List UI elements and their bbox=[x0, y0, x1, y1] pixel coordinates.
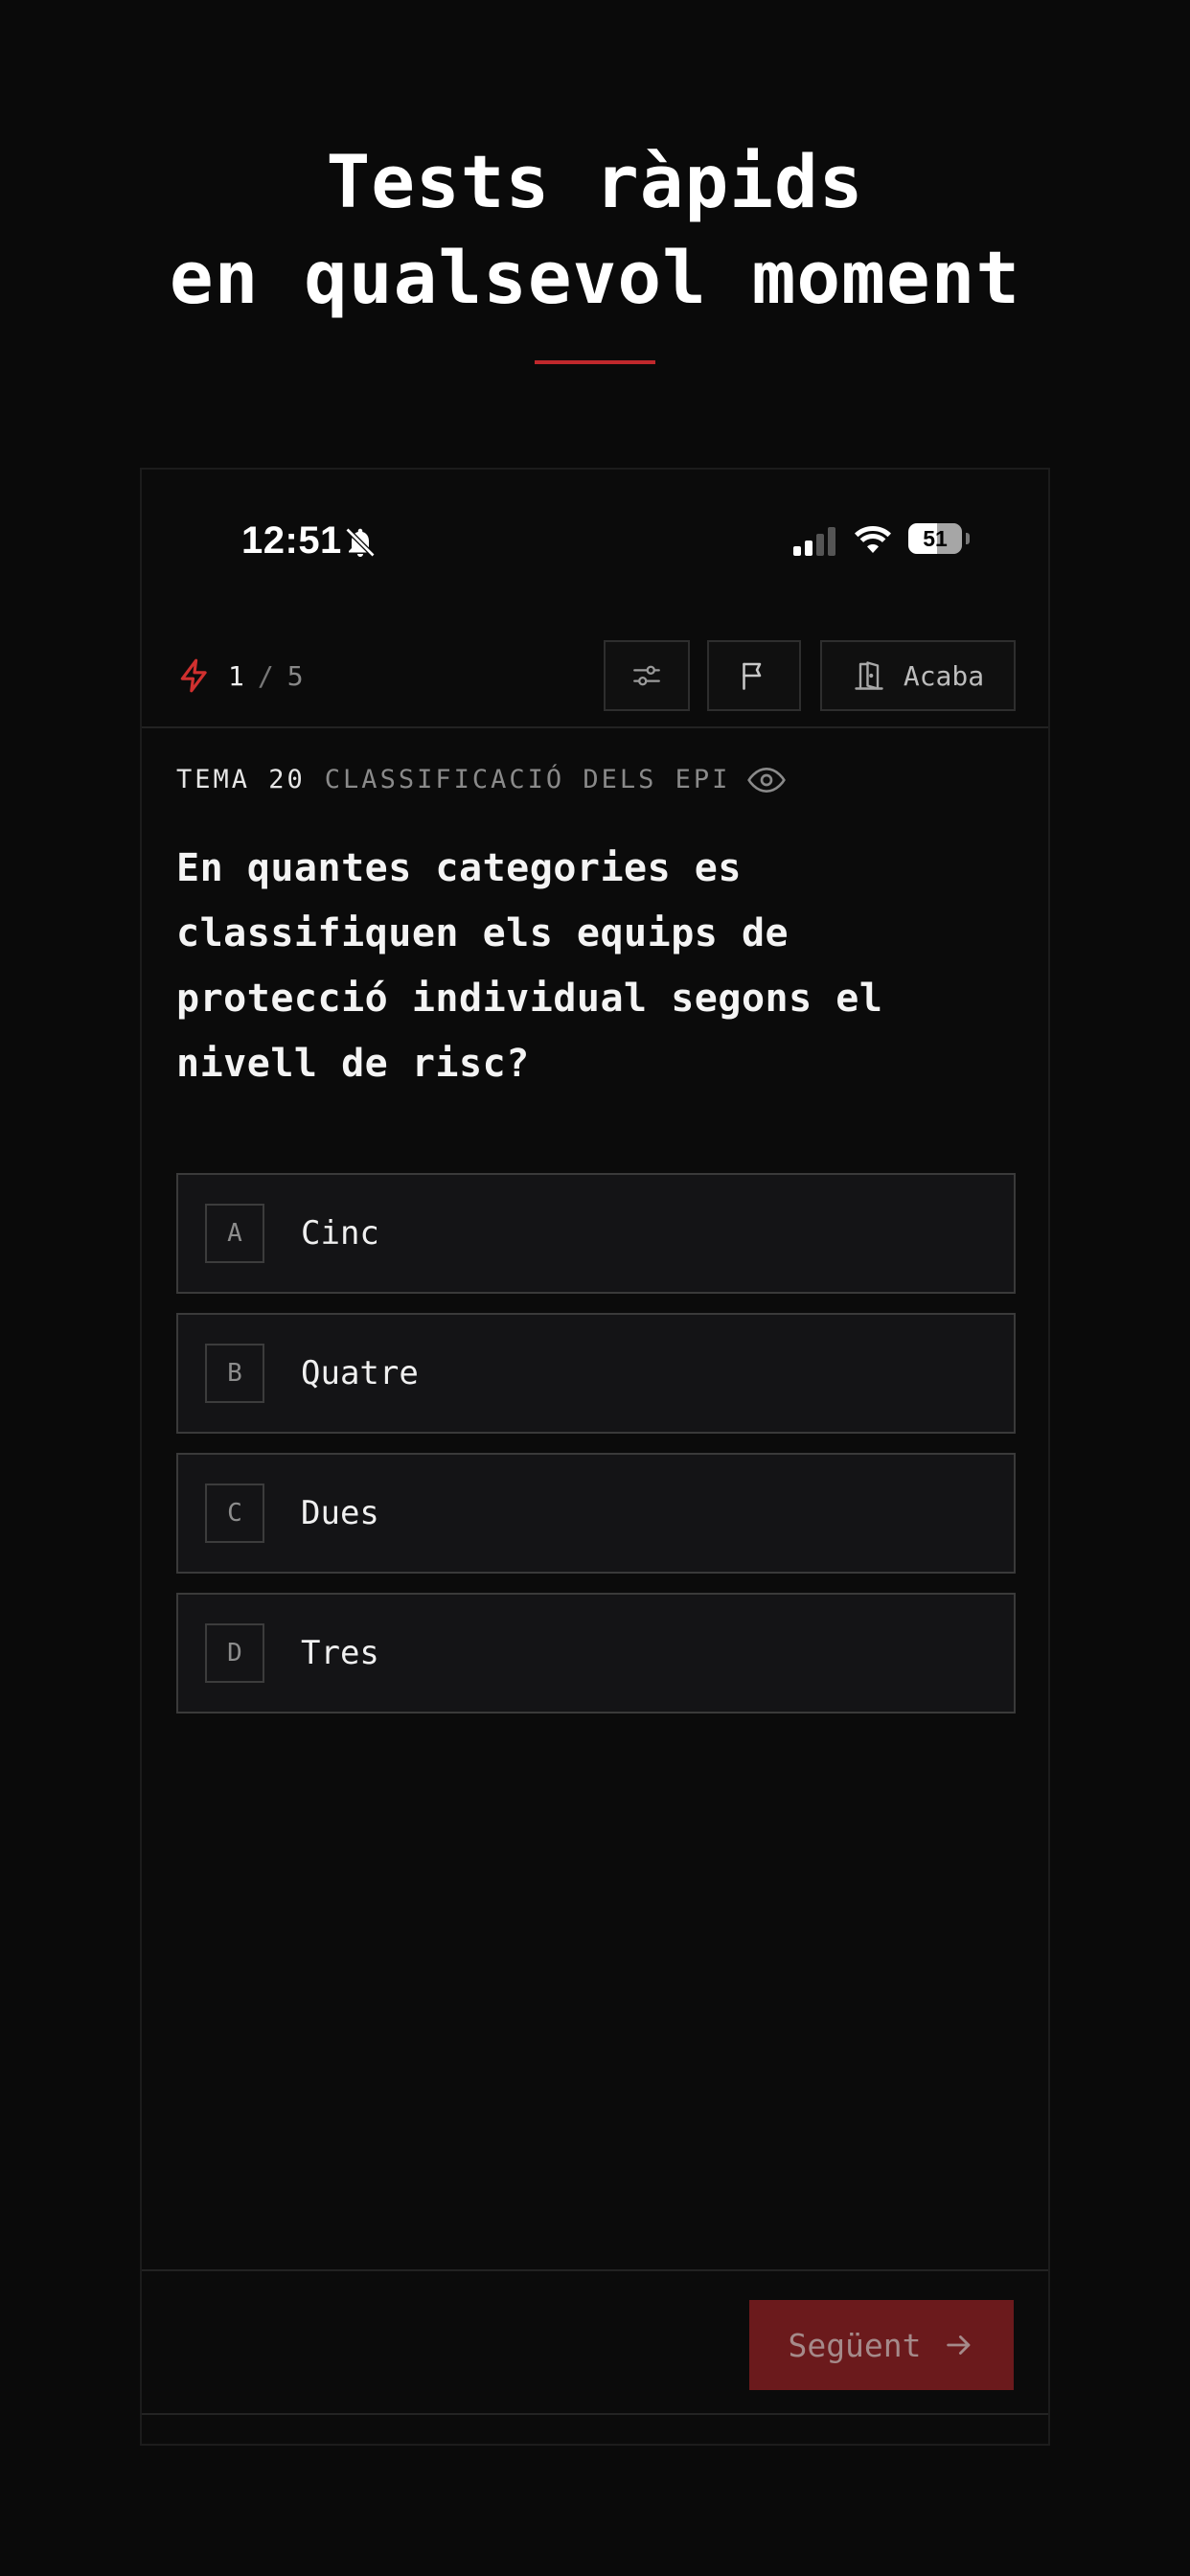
topic-name: CLASSIFICACIÓ DELS EPI bbox=[324, 765, 731, 794]
bolt-icon bbox=[180, 658, 207, 693]
question-text: En quantes categories es classifiquen el… bbox=[176, 846, 883, 1086]
progress-total: 5 bbox=[286, 659, 304, 692]
answer-option-b[interactable]: B Quatre bbox=[176, 1313, 1016, 1434]
sliders-icon bbox=[633, 665, 660, 686]
status-time: 12:51 bbox=[241, 519, 342, 562]
progress-separator: / bbox=[257, 659, 274, 692]
flag-icon bbox=[743, 662, 762, 690]
finish-button[interactable]: Acaba bbox=[820, 640, 1016, 711]
next-button[interactable]: Següent bbox=[749, 2300, 1014, 2390]
option-letter: D bbox=[205, 1623, 264, 1683]
answer-option-a[interactable]: A Cinc bbox=[176, 1173, 1016, 1294]
option-text: Quatre bbox=[301, 1354, 419, 1392]
option-letter: B bbox=[205, 1344, 264, 1403]
option-text: Cinc bbox=[301, 1214, 379, 1253]
phone-frame: 12:51 51 1 / 5 Acaba TEMA 20 CLASSIFICAC… bbox=[140, 468, 1050, 2446]
flag-button[interactable] bbox=[707, 640, 801, 711]
hero-underline bbox=[535, 360, 655, 364]
topic-number: TEMA 20 bbox=[176, 765, 306, 794]
wifi-icon bbox=[855, 526, 891, 553]
battery-level: 51 bbox=[923, 526, 948, 551]
door-exit-icon bbox=[855, 661, 883, 690]
settings-button[interactable] bbox=[604, 640, 690, 711]
answer-options: A Cinc B Quatre C Dues D Tres bbox=[176, 1173, 1016, 1733]
topic-header: TEMA 20 CLASSIFICACIÓ DELS EPI bbox=[176, 765, 787, 794]
next-label: Següent bbox=[788, 2326, 922, 2364]
battery-cap bbox=[966, 533, 970, 544]
arrow-right-icon bbox=[946, 2335, 970, 2355]
quiz-toolbar: 1 / 5 Acaba bbox=[142, 613, 1048, 728]
hero-heading: Tests ràpids en qualsevol moment bbox=[0, 134, 1190, 364]
eye-icon[interactable] bbox=[747, 766, 787, 794]
battery-indicator: 51 bbox=[908, 523, 962, 554]
option-text: Tres bbox=[301, 1634, 379, 1672]
option-letter: A bbox=[205, 1204, 264, 1263]
option-text: Dues bbox=[301, 1494, 379, 1532]
progress-current: 1 bbox=[228, 659, 244, 692]
hero-title-line-2: en qualsevol moment bbox=[169, 235, 1021, 320]
finish-label: Acaba bbox=[903, 659, 985, 692]
quiz-footer: Següent bbox=[142, 2269, 1048, 2415]
answer-option-d[interactable]: D Tres bbox=[176, 1593, 1016, 1714]
answer-option-c[interactable]: C Dues bbox=[176, 1453, 1016, 1574]
bell-off-icon bbox=[345, 527, 376, 558]
quiz-progress: 1 / 5 bbox=[176, 657, 304, 694]
status-bar: 12:51 51 bbox=[142, 470, 1048, 613]
hero-title-line-1: Tests ràpids bbox=[326, 139, 864, 224]
option-letter: C bbox=[205, 1484, 264, 1543]
cellular-signal-icon bbox=[793, 527, 835, 556]
